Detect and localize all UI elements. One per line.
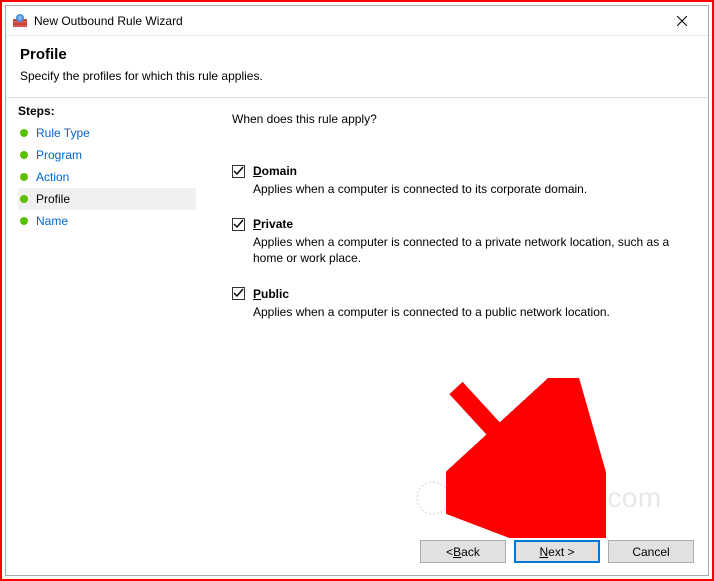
step-label: Rule Type xyxy=(36,126,90,140)
window-title: New Outbound Rule Wizard xyxy=(34,14,662,28)
wizard-header: Profile Specify the profiles for which t… xyxy=(6,36,708,98)
wizard-body: Steps: Rule Type Program Action Profile xyxy=(6,98,708,575)
option-domain: Domain Applies when a computer is connec… xyxy=(232,164,688,197)
option-description: Applies when a computer is connected to … xyxy=(253,234,683,266)
steps-sidebar: Steps: Rule Type Program Action Profile xyxy=(6,98,196,575)
option-label[interactable]: Domain xyxy=(253,164,297,178)
watermark: uantrimang.com xyxy=(416,481,662,515)
step-action[interactable]: Action xyxy=(18,166,196,188)
step-name[interactable]: Name xyxy=(18,210,196,232)
next-button[interactable]: Next > xyxy=(514,540,600,563)
checkbox-private[interactable] xyxy=(232,218,245,231)
check-icon xyxy=(233,288,244,299)
option-label[interactable]: Private xyxy=(253,217,293,231)
step-profile[interactable]: Profile xyxy=(18,188,196,210)
page-subtitle: Specify the profiles for which this rule… xyxy=(20,69,696,83)
bullet-icon xyxy=(20,195,28,203)
back-button[interactable]: < Back xyxy=(420,540,506,563)
screenshot-frame: New Outbound Rule Wizard Profile Specify… xyxy=(0,0,714,581)
annotation-arrow xyxy=(446,378,606,538)
close-icon xyxy=(677,16,687,26)
bullet-icon xyxy=(20,129,28,137)
checkbox-public[interactable] xyxy=(232,287,245,300)
cancel-button[interactable]: Cancel xyxy=(608,540,694,563)
checkbox-domain[interactable] xyxy=(232,165,245,178)
close-button[interactable] xyxy=(662,7,702,35)
step-label: Name xyxy=(36,214,68,228)
step-rule-type[interactable]: Rule Type xyxy=(18,122,196,144)
check-icon xyxy=(233,166,244,177)
firewall-icon xyxy=(12,13,28,29)
button-bar: < Back Next > Cancel xyxy=(420,540,694,563)
step-program[interactable]: Program xyxy=(18,144,196,166)
option-public: Public Applies when a computer is connec… xyxy=(232,287,688,320)
step-label: Action xyxy=(36,170,69,184)
step-label: Profile xyxy=(36,192,70,206)
watermark-icon xyxy=(416,481,450,515)
titlebar: New Outbound Rule Wizard xyxy=(6,6,708,36)
steps-heading: Steps: xyxy=(18,104,196,118)
option-description: Applies when a computer is connected to … xyxy=(253,304,683,320)
option-description: Applies when a computer is connected to … xyxy=(253,181,683,197)
bullet-icon xyxy=(20,173,28,181)
check-icon xyxy=(233,219,244,230)
step-label: Program xyxy=(36,148,82,162)
bullet-icon xyxy=(20,151,28,159)
bullet-icon xyxy=(20,217,28,225)
option-private: Private Applies when a computer is conne… xyxy=(232,217,688,266)
question-text: When does this rule apply? xyxy=(232,112,688,126)
wizard-window: New Outbound Rule Wizard Profile Specify… xyxy=(5,5,709,576)
main-panel: When does this rule apply? Domain Applie… xyxy=(196,98,708,575)
page-title: Profile xyxy=(20,46,696,63)
option-label[interactable]: Public xyxy=(253,287,289,301)
